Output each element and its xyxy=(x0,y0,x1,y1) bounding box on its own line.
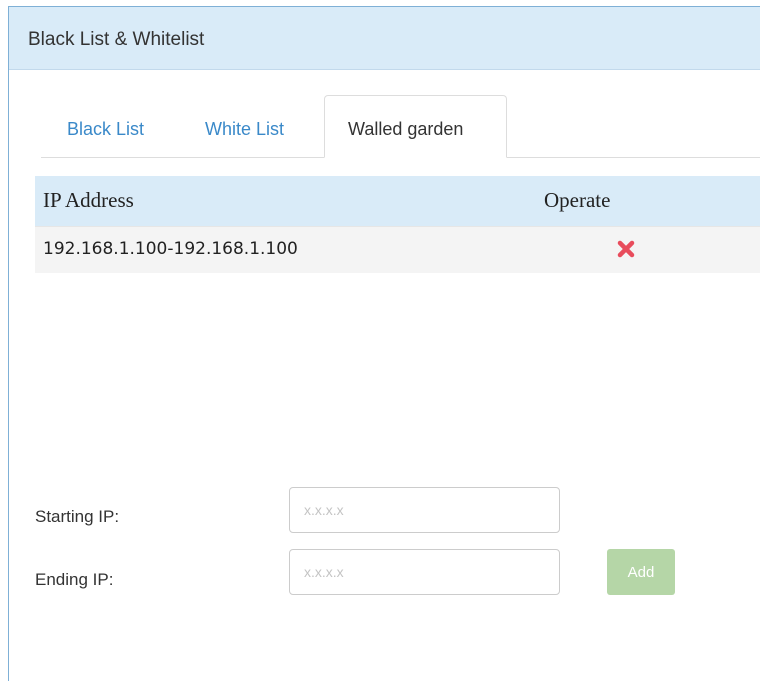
blacklist-whitelist-panel: Black List & Whitelist Black List White … xyxy=(8,6,760,681)
tab-walled-garden[interactable]: Walled garden xyxy=(324,95,507,158)
column-header-operate: Operate xyxy=(544,188,611,212)
delete-x-icon[interactable] xyxy=(616,239,636,259)
tab-black-list[interactable]: Black List xyxy=(67,119,144,140)
tab-white-list[interactable]: White List xyxy=(205,119,284,140)
starting-ip-label: Starting IP: xyxy=(35,507,120,526)
ending-ip-input[interactable] xyxy=(289,549,560,595)
table-header: IP Address Operate xyxy=(35,176,760,227)
add-button[interactable]: Add xyxy=(607,549,675,595)
column-header-ip-address: IP Address xyxy=(43,188,134,212)
panel-title: Black List & Whitelist xyxy=(28,29,205,50)
tab-walled-garden-label: Walled garden xyxy=(348,119,464,139)
panel-header: Black List & Whitelist xyxy=(9,7,760,70)
table-row: 192.168.1.100-192.168.1.100 xyxy=(35,227,760,273)
ip-table: IP Address Operate 192.168.1.100-192.168… xyxy=(35,176,760,273)
ending-ip-label: Ending IP: xyxy=(35,570,114,589)
ip-range-cell: 192.168.1.100-192.168.1.100 xyxy=(43,239,298,259)
starting-ip-input[interactable] xyxy=(289,487,560,533)
